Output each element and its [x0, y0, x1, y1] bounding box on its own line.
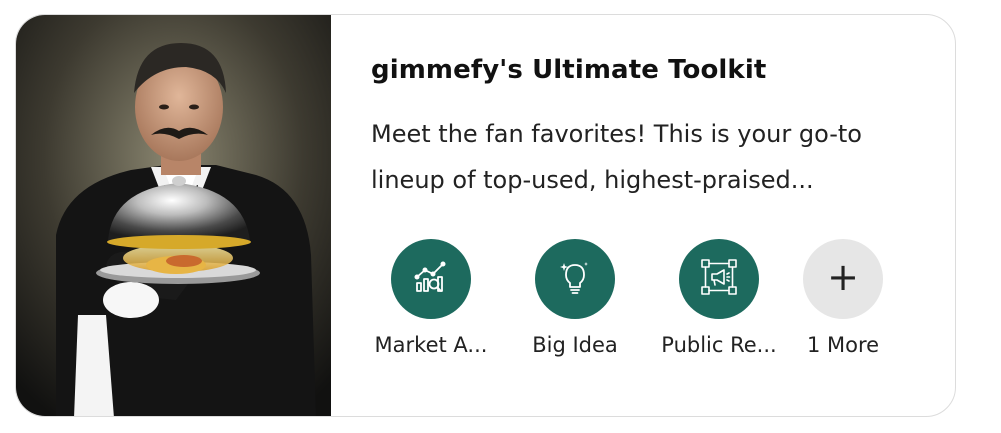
card-title[interactable]: gimmefy's Ultimate Toolkit: [371, 55, 766, 85]
tool-market-analysis-button[interactable]: [391, 239, 471, 319]
tool-market-analysis[interactable]: Market A...: [361, 239, 501, 357]
public-relations-icon: [699, 257, 739, 301]
lightbulb-icon: [555, 257, 595, 301]
butler-illustration: [16, 15, 331, 416]
tool-big-idea-button[interactable]: [535, 239, 615, 319]
more-tools-button[interactable]: +: [803, 239, 883, 319]
tool-public-relations-button[interactable]: [679, 239, 759, 319]
card-description: Meet the fan favorites! This is your go-…: [371, 120, 862, 194]
tool-label: Big Idea: [532, 333, 618, 357]
tool-big-idea[interactable]: Big Idea: [505, 239, 645, 357]
toolkit-card[interactable]: gimmefy's Ultimate Toolkit Meet the fan …: [15, 14, 956, 417]
market-analysis-icon: [411, 257, 451, 301]
plus-icon: +: [827, 255, 859, 299]
hero-image: [16, 15, 331, 416]
tool-label: Public Re...: [661, 333, 777, 357]
tool-more[interactable]: + 1 More: [773, 239, 913, 357]
tool-label: Market A...: [374, 333, 488, 357]
tool-label: 1 More: [806, 333, 880, 357]
card-content: gimmefy's Ultimate Toolkit Meet the fan …: [371, 15, 955, 416]
tool-list: Market A... Big Idea Public Re... + 1 Mo…: [371, 239, 931, 379]
tool-public-relations[interactable]: Public Re...: [649, 239, 789, 357]
